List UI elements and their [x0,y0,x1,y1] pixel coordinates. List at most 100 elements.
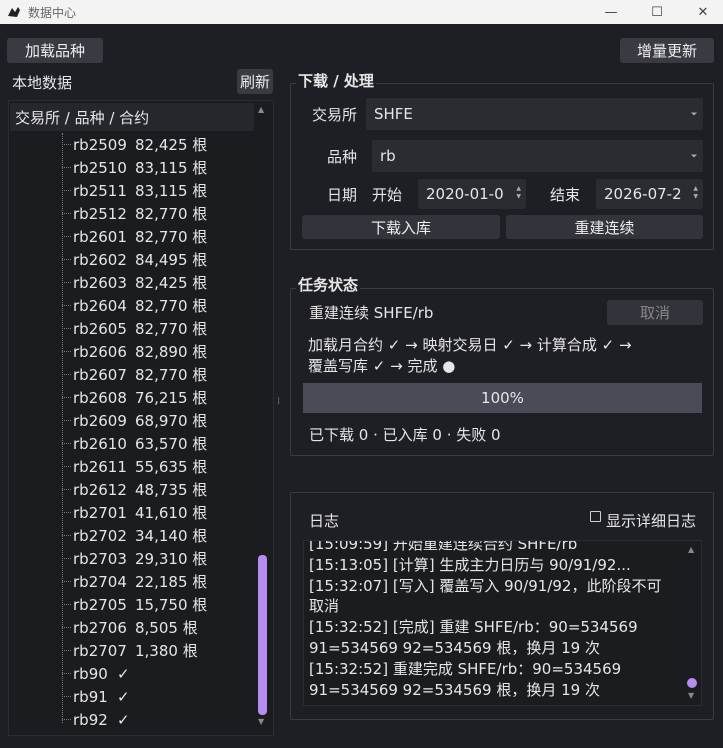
tree-item-continuous[interactable]: rb92 ✓ [10,708,254,731]
tree-branch-tick [62,259,71,260]
continuous-code: rb92 [73,710,108,729]
maximize-button[interactable]: ☐ [634,0,680,24]
log-line: [15:32:52] 重建完成 SHFE/rb：90=534569 [309,659,622,678]
download-import-button[interactable]: 下载入库 [302,215,500,239]
refresh-button[interactable]: 刷新 [237,69,273,94]
log-scrollbar[interactable]: ▲ ▼ [687,545,697,701]
spin-arrows-icon[interactable]: ▲ ▼ [693,185,698,201]
tree-item-contract[interactable]: rb2606 82,890 根 [10,340,254,363]
tree-item-contract[interactable]: rb2604 82,770 根 [10,294,254,317]
contract-bar-count: 55,635 根 [135,458,208,476]
cancel-button[interactable]: 取消 [607,300,703,325]
detail-log-label[interactable]: 显示详细日志 [606,510,696,531]
task-status-title: 任务状态 [296,274,361,295]
tree-item-contract[interactable]: rb2608 76,215 根 [10,386,254,409]
tree-branch-tick [62,719,71,720]
tree-item-contract[interactable]: rb2509 82,425 根 [10,133,254,156]
scrollbar-thumb[interactable] [687,678,697,688]
tree-item-contract[interactable]: rb2510 83,115 根 [10,156,254,179]
tree-item-contract[interactable]: rb2701 41,610 根 [10,501,254,524]
contract-code: rb2612 [73,480,127,499]
tree-branch-tick [62,696,71,697]
tree-branch-tick [62,236,71,237]
tree-scrollbar[interactable]: ▲ ▼ [257,103,267,731]
date-label: 日期 [326,186,357,204]
log-view[interactable]: [15:09:59] 开始重建连续合约 SHFE/rb [15:13:05] [计… [303,540,702,706]
tree-item-contract[interactable]: rb2601 82,770 根 [10,225,254,248]
tree-item-contract[interactable]: rb2611 55,635 根 [10,455,254,478]
tree-branch-tick [62,535,71,536]
contract-code: rb2701 [73,503,127,522]
log-line: 取消 [309,597,340,616]
contract-code: rb2509 [73,135,127,154]
tree-item-continuous[interactable]: rb90 ✓ [10,662,254,685]
progress-bar: 100% [303,383,702,413]
tree-branch-tick [62,443,71,444]
scrollbar-thumb[interactable] [258,555,267,715]
contract-bar-count: 82,770 根 [135,297,208,315]
tree-item-contract[interactable]: rb2512 82,770 根 [10,202,254,225]
load-product-button[interactable]: 加载品种 [7,38,103,63]
scroll-down-icon[interactable]: ▼ [688,691,694,700]
close-button[interactable]: ✕ [680,0,723,24]
splitter-handle[interactable]: ⁞ [277,396,280,407]
tree-branch-tick [62,190,71,191]
end-date-field[interactable]: 2026-07-2 ▲ ▼ [596,179,703,209]
tree-branch-tick [62,673,71,674]
scroll-down-icon[interactable]: ▼ [258,717,264,726]
tree-branch-tick [62,604,71,605]
rebuild-continuous-button[interactable]: 重建连续 [506,215,703,239]
log-line: [15:13:05] [计算] 生成主力日历与 90/91/92... [309,555,631,574]
start-date-field[interactable]: 2020-01-0 ▲ ▼ [418,179,526,209]
tree-branch-tick [62,282,71,283]
contract-code: rb2602 [73,250,127,269]
contract-bar-count: 15,750 根 [135,596,208,614]
detail-log-checkbox[interactable] [590,511,601,522]
tree-item-contract[interactable]: rb2612 48,735 根 [10,478,254,501]
contract-code: rb2707 [73,641,127,660]
contract-bar-count: 82,425 根 [135,274,208,292]
tree-branch-tick [62,328,71,329]
tree-item-contract[interactable]: rb2702 34,140 根 [10,524,254,547]
contract-code: rb2601 [73,227,127,246]
tree-branch-tick [62,650,71,651]
end-date-value: 2026-07-2 [604,185,682,203]
spin-arrows-icon[interactable]: ▲ ▼ [516,185,521,201]
download-group-title: 下载 / 处理 [296,70,376,91]
contract-bar-count: 22,185 根 [135,573,208,591]
minimize-button[interactable]: — [588,0,634,24]
tree-item-contract[interactable]: rb2602 84,495 根 [10,248,254,271]
tree-item-contract[interactable]: rb2511 83,115 根 [10,179,254,202]
tree-item-contract[interactable]: rb2603 82,425 根 [10,271,254,294]
contract-code: rb2512 [73,204,127,223]
tree-item-contract[interactable]: rb2705 15,750 根 [10,593,254,616]
local-data-label: 本地数据 [12,74,73,92]
scroll-up-icon[interactable]: ▲ [688,545,694,554]
contract-code: rb2706 [73,618,127,637]
tree-item-contract[interactable]: rb2703 29,310 根 [10,547,254,570]
tree-item-contract[interactable]: rb2609 68,970 根 [10,409,254,432]
continuous-code: rb90 [73,664,108,683]
contract-code: rb2511 [73,181,127,200]
contract-bar-count: 82,770 根 [135,228,208,246]
contract-bar-count: 84,495 根 [135,251,208,269]
tree-item-contract[interactable]: rb2704 22,185 根 [10,570,254,593]
app-logo-icon [8,7,20,17]
product-select[interactable]: rb [372,140,703,172]
tree-branch-tick [62,351,71,352]
scroll-up-icon[interactable]: ▲ [258,105,264,114]
continuous-code: rb91 [73,687,108,706]
tree-item-contract[interactable]: rb2607 82,770 根 [10,363,254,386]
tree-item-continuous[interactable]: rb91 ✓ [10,685,254,708]
contract-bar-count: 76,215 根 [135,389,208,407]
exchange-label: 交易所 [311,106,357,124]
tree-branch-tick [62,213,71,214]
tree-item-contract[interactable]: rb2706 8,505 根 [10,616,254,639]
incremental-update-button[interactable]: 增量更新 [620,38,714,63]
tree-item-contract[interactable]: rb2605 82,770 根 [10,317,254,340]
tree-item-contract[interactable]: rb2707 1,380 根 [10,639,254,662]
tree-item-contract[interactable]: rb2610 63,570 根 [10,432,254,455]
contract-bar-count: 48,735 根 [135,481,208,499]
contract-code: rb2702 [73,526,127,545]
exchange-select[interactable]: SHFE [366,98,703,130]
